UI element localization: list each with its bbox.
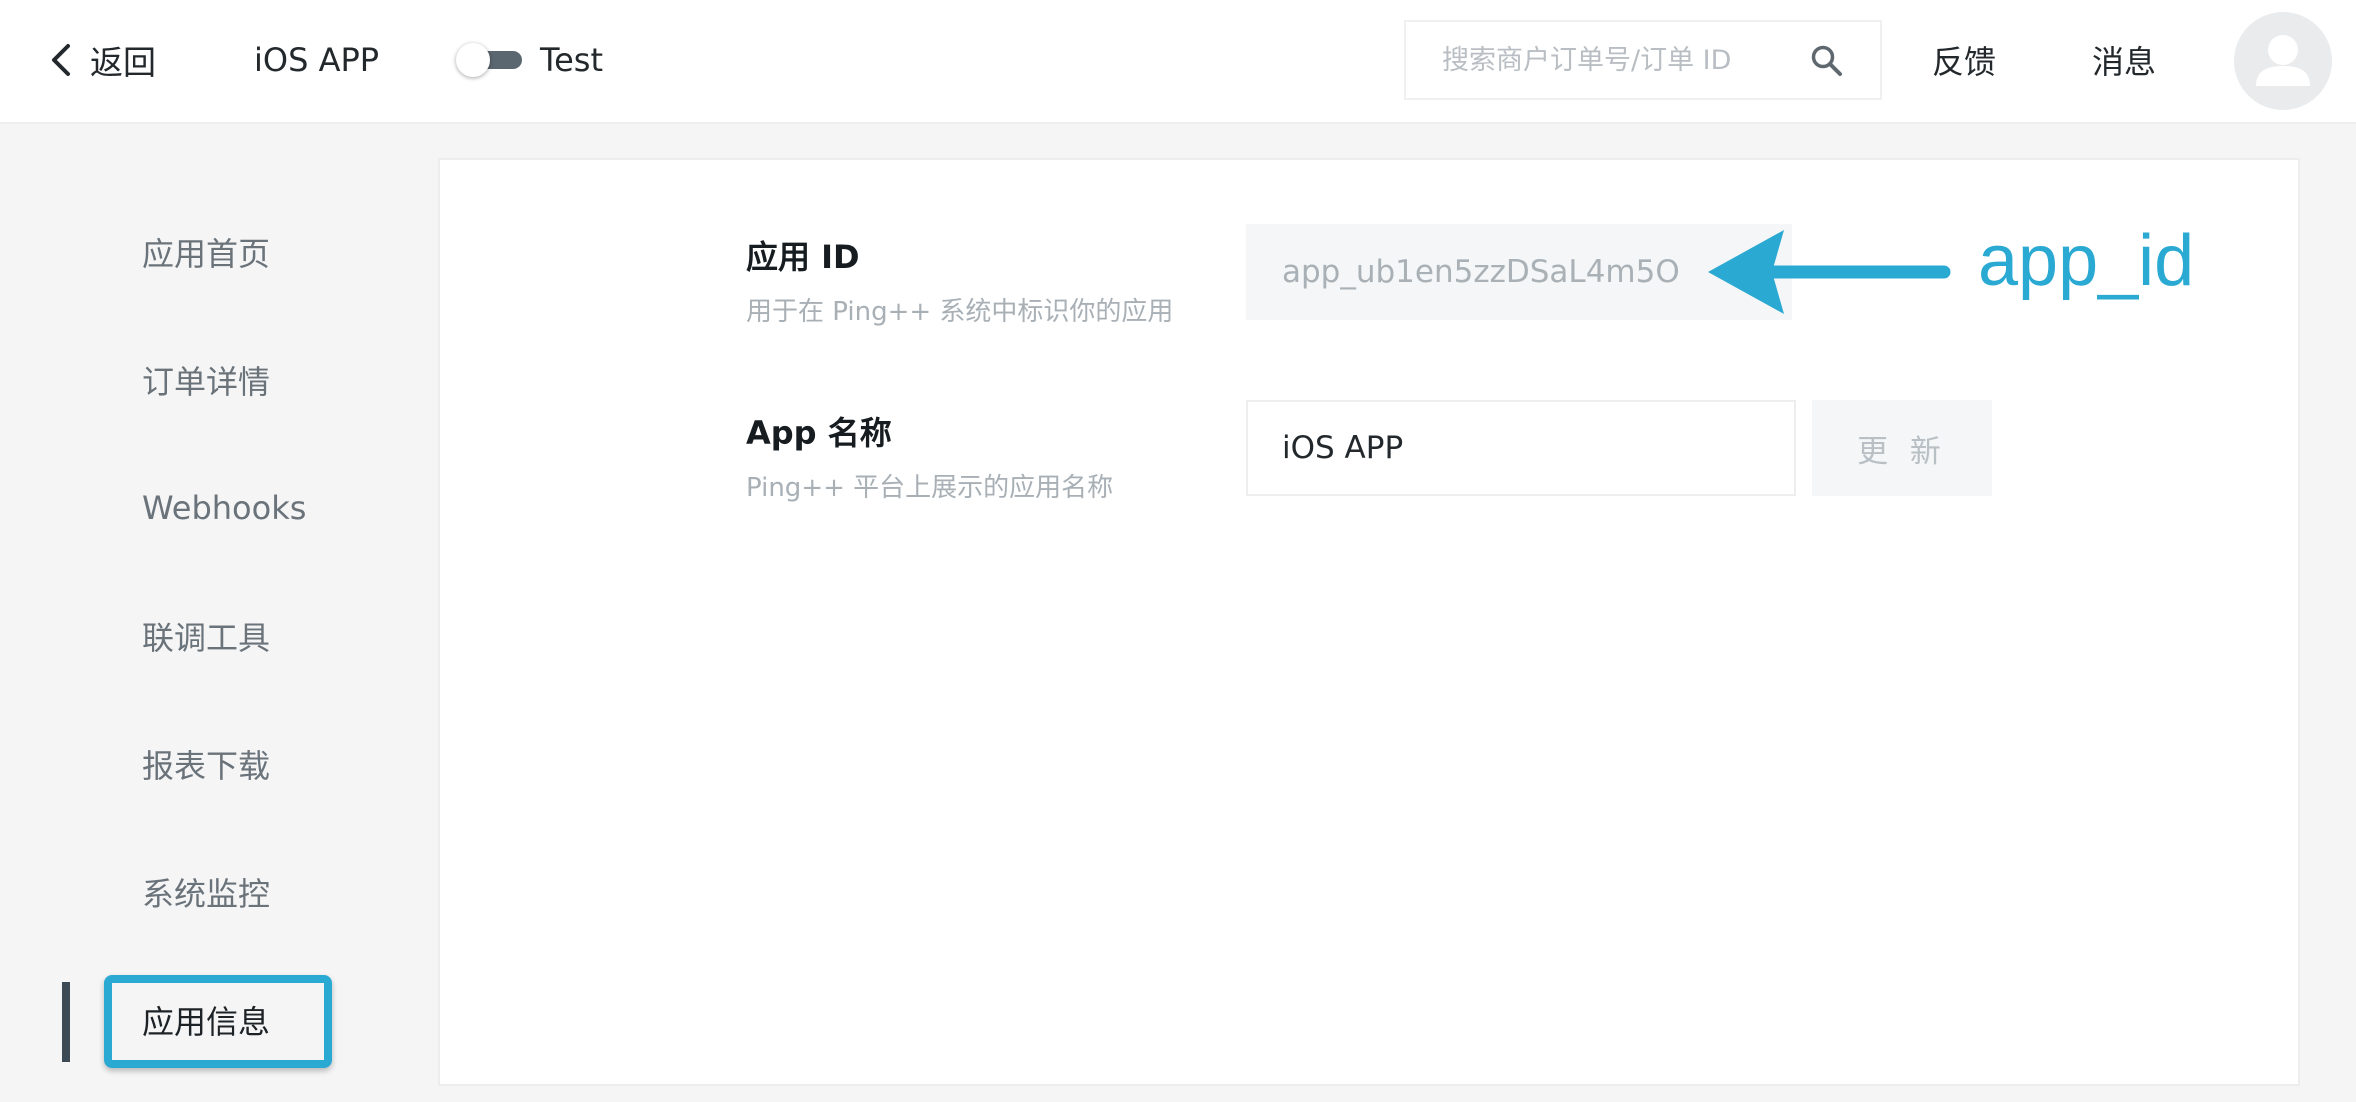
user-icon bbox=[2256, 35, 2310, 86]
search-box bbox=[1404, 20, 1882, 100]
back-label: 返回 bbox=[90, 43, 156, 82]
annotation-arrow-icon bbox=[1708, 230, 1951, 314]
search-icon[interactable] bbox=[1810, 44, 1844, 78]
avatar[interactable] bbox=[2234, 12, 2332, 110]
sidebar-item-order-details[interactable]: 订单详情 bbox=[142, 350, 270, 410]
messages-link[interactable]: 消息 bbox=[2092, 30, 2156, 90]
feedback-link[interactable]: 反馈 bbox=[1932, 30, 1996, 90]
app-name: iOS APP bbox=[254, 41, 380, 79]
toggle-knob bbox=[456, 43, 490, 77]
back-button[interactable]: 返回 bbox=[50, 30, 156, 90]
update-button[interactable]: 更 新 bbox=[1812, 400, 1992, 496]
app-id-title: 应用 ID bbox=[746, 238, 860, 276]
app-name-input[interactable] bbox=[1246, 400, 1796, 496]
mode-switch: Test bbox=[456, 30, 603, 90]
app-name-description: Ping++ 平台上展示的应用名称 bbox=[746, 473, 1114, 503]
mode-label: Test bbox=[540, 41, 604, 79]
chevron-left-icon bbox=[52, 44, 70, 76]
sidebar-item-report-download[interactable]: 报表下载 bbox=[142, 734, 270, 794]
sidebar-item-debug-tools[interactable]: 联调工具 bbox=[142, 606, 270, 666]
app-name-title: App 名称 bbox=[746, 414, 892, 452]
sidebar-active-indicator bbox=[62, 982, 70, 1062]
sidebar-item-app-home[interactable]: 应用首页 bbox=[142, 222, 270, 282]
test-mode-toggle[interactable] bbox=[456, 42, 524, 78]
sidebar-item-webhooks[interactable]: Webhooks bbox=[142, 478, 306, 538]
annotation-highlight-box bbox=[104, 975, 332, 1068]
top-header: 返回 iOS APP Test 反馈 消息 bbox=[0, 0, 2356, 124]
search-input[interactable] bbox=[1440, 43, 1820, 77]
annotation-label: app_id bbox=[1978, 221, 2195, 301]
sidebar-item-system-monitor[interactable]: 系统监控 bbox=[142, 862, 270, 922]
app-id-description: 用于在 Ping++ 系统中标识你的应用 bbox=[746, 297, 1174, 327]
